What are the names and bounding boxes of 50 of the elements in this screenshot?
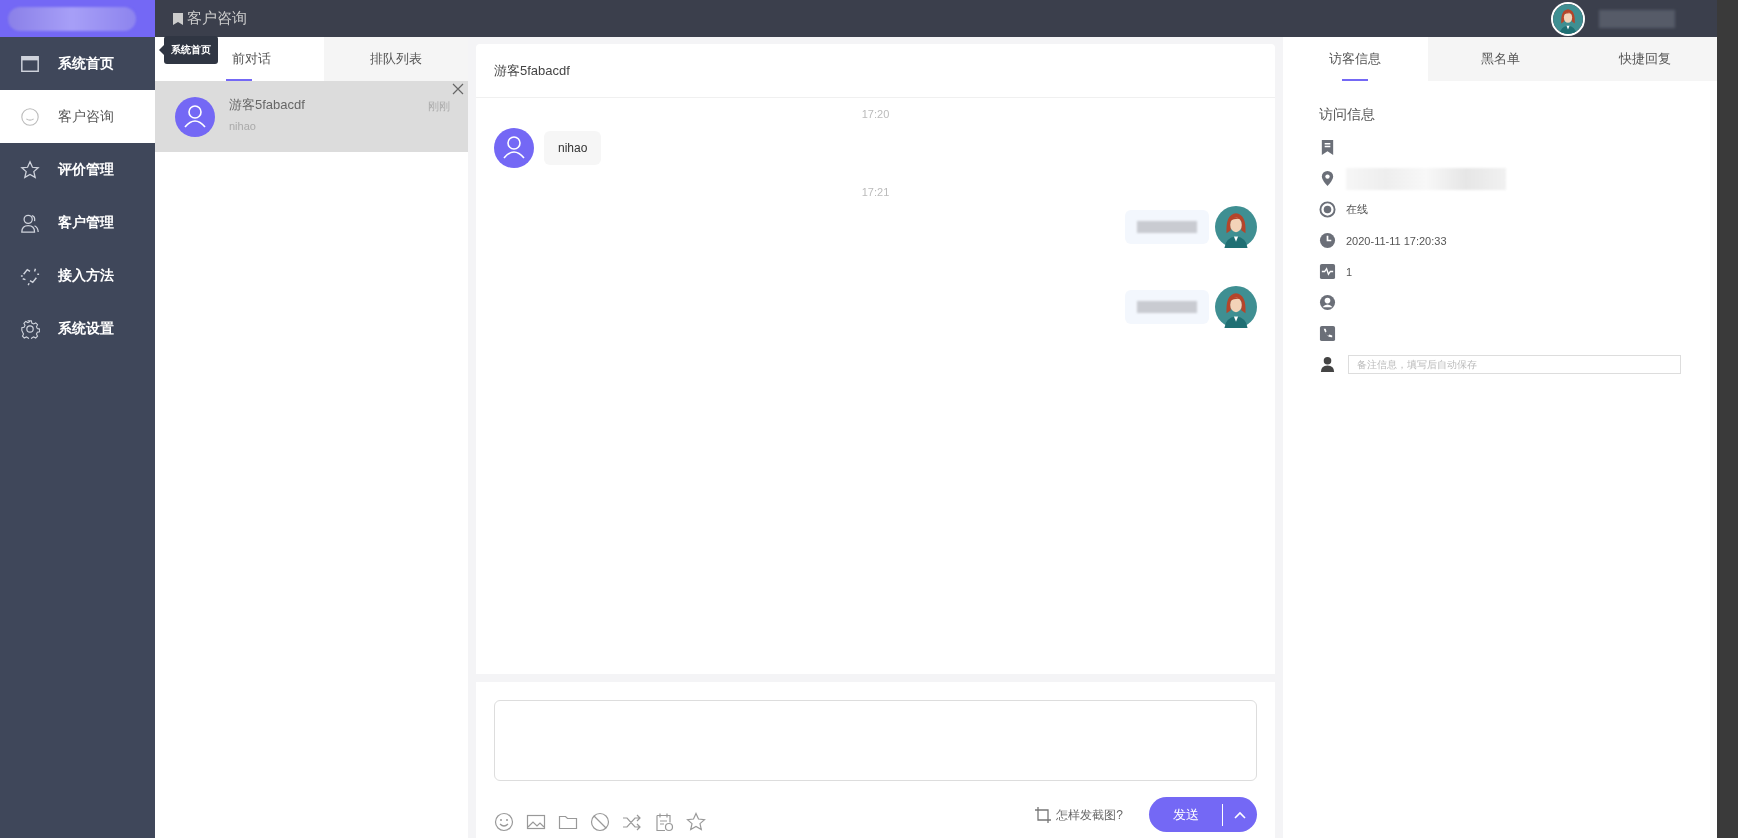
section-title: 访问信息 xyxy=(1319,106,1376,124)
pulse-icon xyxy=(1319,263,1336,280)
visitor-avatar xyxy=(494,128,534,168)
visitor-name: 游客5fabacdf xyxy=(229,95,306,114)
ban-icon[interactable] xyxy=(590,812,610,832)
timestamp: 17:21 xyxy=(861,186,890,198)
shuffle-icon[interactable] xyxy=(622,812,642,832)
tab[interactable]: 快捷回复 xyxy=(1572,37,1717,81)
image-icon[interactable] xyxy=(526,812,546,832)
tab[interactable]: 排队列表 xyxy=(323,37,468,81)
person-icon xyxy=(1319,356,1336,373)
bookmark-icon xyxy=(173,12,183,25)
close-icon[interactable] xyxy=(452,83,464,95)
send-button[interactable]: 发送 xyxy=(1149,797,1257,832)
agent-avatar xyxy=(1215,206,1257,248)
tab[interactable]: 黑名单 xyxy=(1427,37,1573,81)
info-value: 在线 xyxy=(1346,202,1368,217)
timestamp: 17:20 xyxy=(861,108,890,120)
message-bubble: nihao xyxy=(544,131,602,165)
gear-icon xyxy=(20,318,40,339)
sidebar-item[interactable]: 客户咨询 xyxy=(0,90,155,143)
sidebar-item[interactable]: 客户管理 xyxy=(0,196,155,249)
window-icon xyxy=(20,53,40,74)
location-pin-icon xyxy=(1319,170,1336,187)
phone-icon xyxy=(1319,325,1336,342)
sidebar-item[interactable]: 系统首页 xyxy=(0,37,155,90)
sidebar-item[interactable]: 评价管理 xyxy=(0,143,155,196)
clock-icon xyxy=(1319,232,1336,249)
smile-icon xyxy=(20,106,40,127)
visitor-avatar xyxy=(175,96,215,137)
sidebar-item[interactable]: 系统设置 xyxy=(0,302,155,355)
tooltip: 系统首页 xyxy=(164,36,218,64)
calendar-icon[interactable] xyxy=(654,812,674,832)
message-input[interactable] xyxy=(494,700,1257,781)
user-circle-icon xyxy=(1319,294,1336,311)
chat-title: 游客5fabacdf xyxy=(494,61,570,80)
info-value: 1 xyxy=(1346,265,1353,278)
page-title: 客户咨询 xyxy=(187,9,247,28)
users-icon xyxy=(20,212,40,233)
emoji-icon[interactable] xyxy=(494,812,514,832)
info-value: 2020-11-11 17:20:33 xyxy=(1346,234,1447,247)
agent-avatar xyxy=(1215,286,1257,328)
agent-avatar xyxy=(1551,1,1585,36)
star-icon[interactable] xyxy=(686,812,706,832)
radio-dot-icon xyxy=(1319,201,1336,218)
crop-icon xyxy=(1034,806,1053,824)
help-link[interactable]: 怎样发截图? xyxy=(1034,806,1123,824)
star-icon xyxy=(20,159,40,180)
sidebar-item[interactable]: 接入方法 xyxy=(0,249,155,302)
bookmark-icon xyxy=(1319,139,1336,156)
